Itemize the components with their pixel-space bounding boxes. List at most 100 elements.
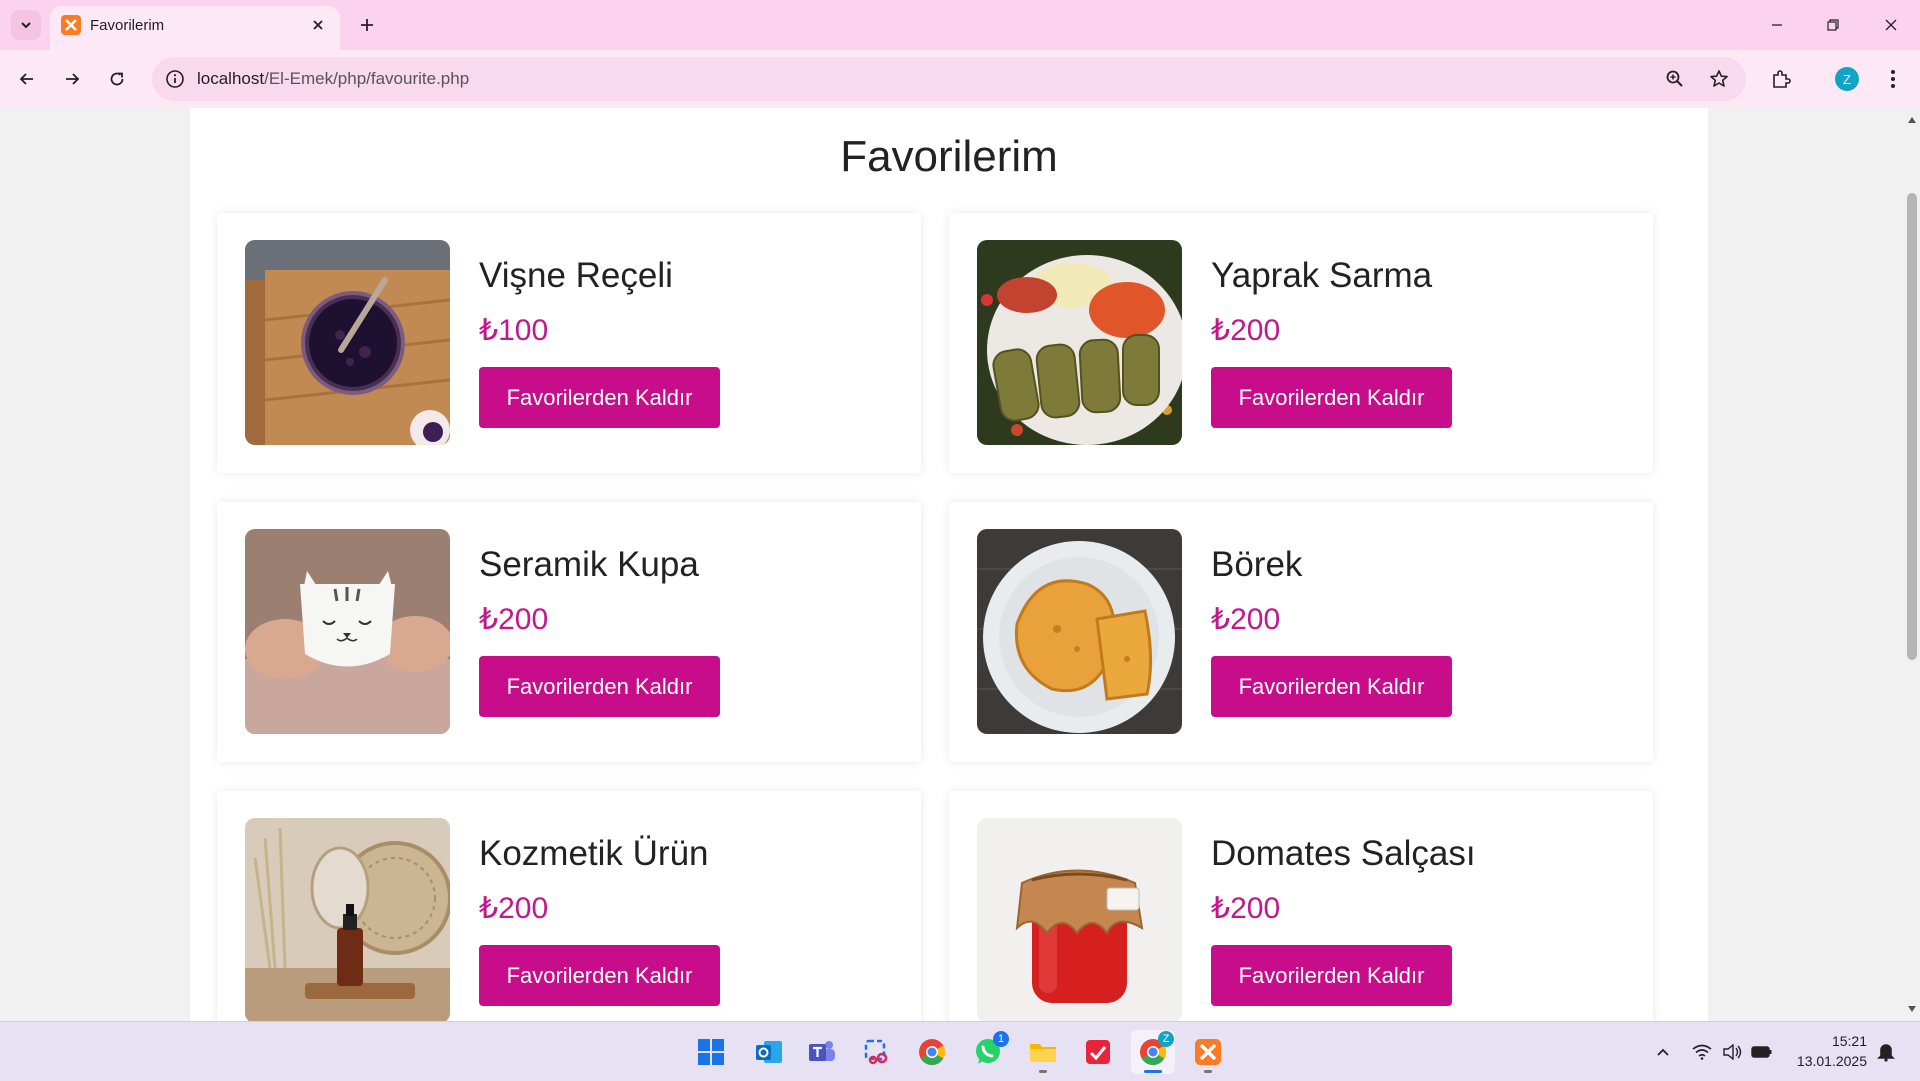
page-scrollbar[interactable] (1904, 108, 1920, 1021)
show-hidden-icons-chevron-up-icon[interactable] (1651, 1040, 1675, 1064)
product-name[interactable]: Börek (1211, 545, 1302, 585)
product-card: Seramik Kupa ₺200 Favorilerden Kaldır (217, 502, 921, 762)
scrollbar-thumb[interactable] (1907, 193, 1917, 660)
zoom-icon[interactable] (1662, 66, 1688, 92)
running-indicator (1204, 1070, 1212, 1073)
product-card: Vişne Reçeli ₺100 Favorilerden Kaldır (217, 213, 921, 473)
product-image[interactable] (245, 529, 450, 734)
clock-date: 13.01.2025 (1796, 1053, 1867, 1069)
taskbar-chrome[interactable] (910, 1030, 954, 1074)
tab-title: Favorilerim (90, 17, 165, 34)
xampp-icon (1195, 1039, 1221, 1065)
product-price: ₺200 (1211, 603, 1281, 636)
taskbar-xampp[interactable] (1186, 1030, 1230, 1074)
taskbar-chrome-profile[interactable]: Z (1131, 1030, 1175, 1074)
url-host: localhost (197, 69, 265, 88)
bookmark-star-icon[interactable] (1706, 66, 1732, 92)
product-card: Börek ₺200 Favorilerden Kaldır (949, 502, 1653, 762)
running-indicator (1039, 1070, 1047, 1073)
tab-search-button[interactable] (11, 10, 41, 40)
product-price: ₺200 (479, 603, 549, 636)
reload-icon (110, 72, 124, 86)
remove-favorite-button[interactable]: Favorilerden Kaldır (479, 367, 720, 428)
extensions-icon[interactable] (1764, 62, 1798, 96)
arrow-left-icon (19, 73, 33, 85)
product-name[interactable]: Domates Salçası (1211, 834, 1476, 874)
product-name[interactable]: Kozmetik Ürün (479, 834, 709, 874)
active-indicator (1144, 1070, 1162, 1073)
product-price: ₺200 (479, 892, 549, 925)
url-text[interactable]: localhost/El-Emek/php/favourite.php (197, 69, 469, 89)
more-menu-icon[interactable] (1876, 62, 1910, 96)
taskbar-outlook[interactable] (747, 1030, 791, 1074)
taskbar-teams[interactable] (800, 1030, 844, 1074)
url-path: /El-Emek/php/favourite.php (264, 69, 470, 88)
scroll-up-arrow-icon[interactable] (1908, 117, 1916, 123)
browser-tab-bar: Favorilerim (0, 0, 1920, 50)
windows-taskbar: 1 Z 15:21 13.01.2025 (0, 1021, 1920, 1081)
back-button[interactable] (10, 62, 44, 96)
windows-logo-icon (698, 1039, 724, 1065)
notification-bell-icon[interactable] (1874, 1040, 1898, 1064)
product-card: Yaprak Sarma ₺200 Favorilerden Kaldır (949, 213, 1653, 473)
taskbar-file-explorer[interactable] (1021, 1030, 1065, 1074)
folder-icon (1030, 1044, 1056, 1062)
product-image[interactable] (977, 818, 1182, 1021)
product-image[interactable] (977, 240, 1182, 445)
restore-button[interactable] (1810, 0, 1856, 50)
browser-toolbar: localhost/El-Emek/php/favourite.php Z (0, 50, 1920, 108)
whatsapp-notification-badge: 1 (993, 1031, 1009, 1047)
product-card: Domates Salçası ₺200 Favorilerden Kaldır (949, 791, 1653, 1021)
snipping-tool-icon (864, 1039, 888, 1065)
address-bar[interactable]: localhost/El-Emek/php/favourite.php (152, 57, 1746, 101)
start-button[interactable] (689, 1030, 733, 1074)
page-viewport: Favorilerim Vişne Reçeli ₺100 Favorilerd (0, 108, 1904, 1021)
product-image[interactable] (245, 240, 450, 445)
restore-icon (1827, 19, 1839, 31)
product-card: Kozmetik Ürün ₺200 Favorilerden Kaldır (217, 791, 921, 1021)
forward-button[interactable] (55, 62, 89, 96)
scroll-down-arrow-icon[interactable] (1908, 1006, 1916, 1012)
clock-time: 15:21 (1831, 1033, 1867, 1049)
browser-tab-active[interactable]: Favorilerim (50, 6, 340, 50)
xampp-favicon-icon (61, 15, 81, 35)
close-window-button[interactable] (1868, 0, 1914, 50)
close-icon (313, 20, 323, 30)
remove-favorite-button[interactable]: Favorilerden Kaldır (1211, 367, 1452, 428)
taskbar-calendar-app[interactable] (1076, 1030, 1120, 1074)
calendar-app-icon (1086, 1040, 1110, 1064)
chrome-profile-badge: Z (1158, 1031, 1174, 1047)
system-clock[interactable]: 15:21 13.01.2025 (1787, 1031, 1867, 1071)
product-price: ₺100 (479, 314, 549, 347)
minimize-icon (1772, 24, 1782, 26)
battery-icon[interactable] (1750, 1040, 1774, 1064)
teams-icon (809, 1041, 835, 1061)
remove-favorite-button[interactable]: Favorilerden Kaldır (479, 945, 720, 1006)
close-icon (1885, 19, 1897, 31)
reload-button[interactable] (100, 62, 134, 96)
profile-avatar[interactable]: Z (1835, 67, 1859, 91)
site-info-icon[interactable] (162, 66, 188, 92)
minimize-button[interactable] (1754, 0, 1800, 50)
taskbar-snipping-tool[interactable] (855, 1030, 899, 1074)
remove-favorite-button[interactable]: Favorilerden Kaldır (1211, 945, 1452, 1006)
volume-icon[interactable] (1720, 1040, 1744, 1064)
product-name[interactable]: Seramik Kupa (479, 545, 699, 585)
tab-close-button[interactable] (306, 13, 330, 37)
remove-favorite-button[interactable]: Favorilerden Kaldır (1211, 656, 1452, 717)
product-image[interactable] (245, 818, 450, 1021)
new-tab-button[interactable] (352, 10, 382, 40)
arrow-right-icon (66, 73, 80, 85)
product-price: ₺200 (1211, 314, 1281, 347)
product-name[interactable]: Yaprak Sarma (1211, 256, 1432, 296)
page-title: Favorilerim (840, 132, 1058, 181)
product-price: ₺200 (1211, 892, 1281, 925)
product-name[interactable]: Vişne Reçeli (479, 256, 673, 296)
chevron-down-icon (21, 22, 31, 29)
product-image[interactable] (977, 529, 1182, 734)
outlook-icon (756, 1041, 782, 1063)
taskbar-whatsapp[interactable]: 1 (966, 1030, 1010, 1074)
chrome-icon (919, 1039, 946, 1066)
wifi-icon[interactable] (1690, 1040, 1714, 1064)
remove-favorite-button[interactable]: Favorilerden Kaldır (479, 656, 720, 717)
